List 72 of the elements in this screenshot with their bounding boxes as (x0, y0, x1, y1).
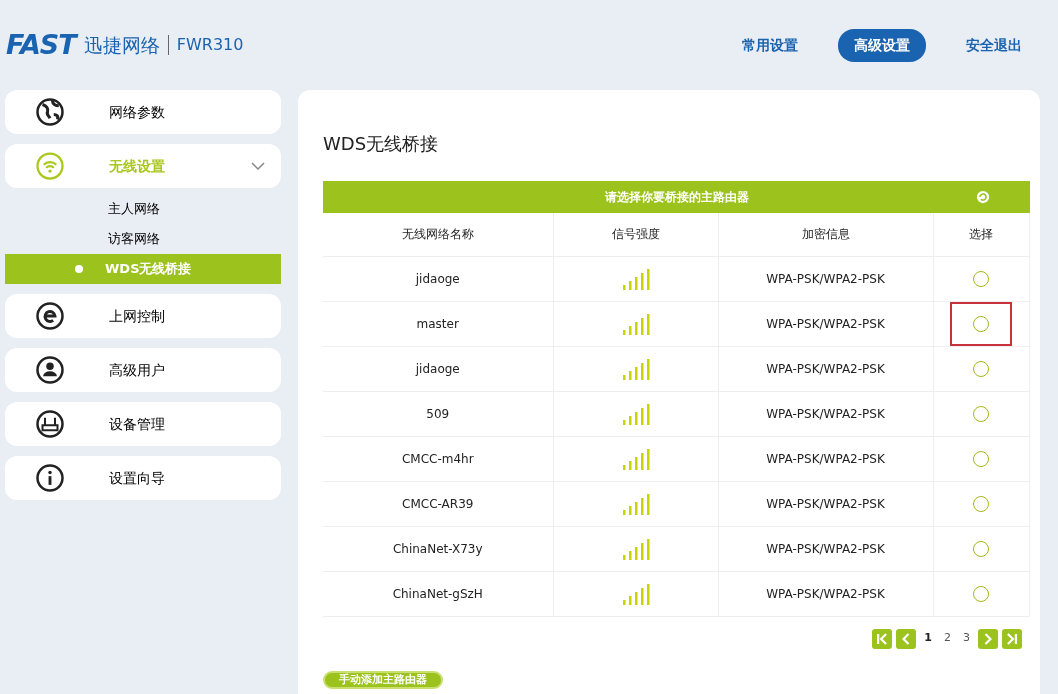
sidebar-label: 无线设置 (108, 156, 166, 176)
page-title: WDS无线桥接 (323, 132, 440, 156)
brand-name: 迅捷网络 (83, 32, 160, 58)
first-arrow-icon (877, 632, 888, 645)
first-page-button[interactable] (872, 628, 893, 649)
sidebar-label: 网络参数 (108, 102, 166, 122)
table-cell: WPA-PSK/WPA2-PSK (718, 436, 933, 481)
radio-button[interactable] (973, 585, 990, 602)
sidebar-label: 设备管理 (108, 414, 166, 434)
nav-tab[interactable]: 常用设置 (726, 28, 814, 62)
user-icon (35, 355, 65, 385)
radio-button[interactable] (973, 360, 990, 377)
internet-icon (35, 301, 65, 331)
signal-icon (621, 537, 650, 560)
table-cell: WPA-PSK/WPA2-PSK (718, 256, 933, 301)
table-cell: WPA-PSK/WPA2-PSK (718, 391, 933, 436)
column-header: 选择 (933, 213, 1030, 256)
sidebar-label: 设置向导 (108, 468, 166, 488)
column-header: 信号强度 (553, 213, 718, 256)
table-cell: WPA-PSK/WPA2-PSK (718, 571, 933, 616)
signal-icon (621, 447, 650, 470)
radio-button[interactable] (973, 315, 990, 332)
last-arrow-icon (1007, 632, 1017, 645)
sidebar-label: 高级用户 (108, 360, 166, 380)
signal-icon (621, 492, 650, 515)
table-title: 请选择你要桥接的主路由器 (604, 189, 749, 206)
signal-icon (621, 267, 650, 290)
table-cell: 509 (323, 391, 553, 436)
signal-icon (621, 357, 650, 380)
submenu-item[interactable]: 访客网络 (5, 224, 281, 254)
table-cell: jidaoge (323, 346, 553, 391)
table-cell: master (323, 301, 553, 346)
table-cell: CMCC-AR39 (323, 481, 553, 526)
sidebar-item[interactable]: 上网控制 (5, 294, 281, 338)
signal-icon (621, 582, 650, 605)
page-link[interactable]: 3 (959, 630, 974, 647)
sidebar-item[interactable]: 设置向导 (5, 456, 281, 500)
globe-icon (35, 97, 65, 127)
signal-icon (621, 402, 650, 425)
radio-button[interactable] (973, 540, 990, 557)
sidebar-label: 上网控制 (108, 306, 166, 326)
last-page-button[interactable] (1002, 628, 1022, 649)
table-cell: ChinaNet-X73y (323, 526, 553, 571)
column-header: 加密信息 (718, 213, 933, 256)
table-cell: WPA-PSK/WPA2-PSK (718, 346, 933, 391)
radio-button[interactable] (973, 405, 990, 422)
column-header: 无线网络名称 (323, 213, 553, 256)
page-link[interactable]: 1 (920, 630, 936, 647)
table-cell: WPA-PSK/WPA2-PSK (718, 526, 933, 571)
table-cell: jidaoge (323, 256, 553, 301)
previous-page-button[interactable] (896, 628, 917, 649)
table-cell: WPA-PSK/WPA2-PSK (718, 301, 933, 346)
sidebar-item[interactable]: 高级用户 (5, 348, 281, 392)
table-cell: CMCC-m4hr (323, 436, 553, 481)
next-page-button[interactable] (978, 628, 998, 649)
refresh-icon[interactable] (976, 190, 990, 204)
page-link[interactable]: 2 (940, 630, 955, 647)
submenu-item[interactable]: 主人网络 (5, 194, 281, 224)
nav-tab[interactable]: 高级设置 (838, 28, 926, 62)
radio-button[interactable] (973, 495, 990, 512)
table-cell: ChinaNet-gSzH (323, 571, 553, 616)
sidebar-item[interactable]: 网络参数 (5, 90, 281, 134)
model-name: FWR310 (176, 34, 244, 56)
nav-tab[interactable]: 安全退出 (950, 28, 1038, 62)
radio-button[interactable] (973, 450, 990, 467)
radio-button[interactable] (973, 270, 990, 287)
sidebar-item[interactable]: 设备管理 (5, 402, 281, 446)
signal-icon (621, 312, 650, 335)
router-icon (35, 409, 65, 439)
table-cell: WPA-PSK/WPA2-PSK (718, 481, 933, 526)
info-icon (35, 463, 65, 493)
wifi-icon (35, 151, 65, 181)
